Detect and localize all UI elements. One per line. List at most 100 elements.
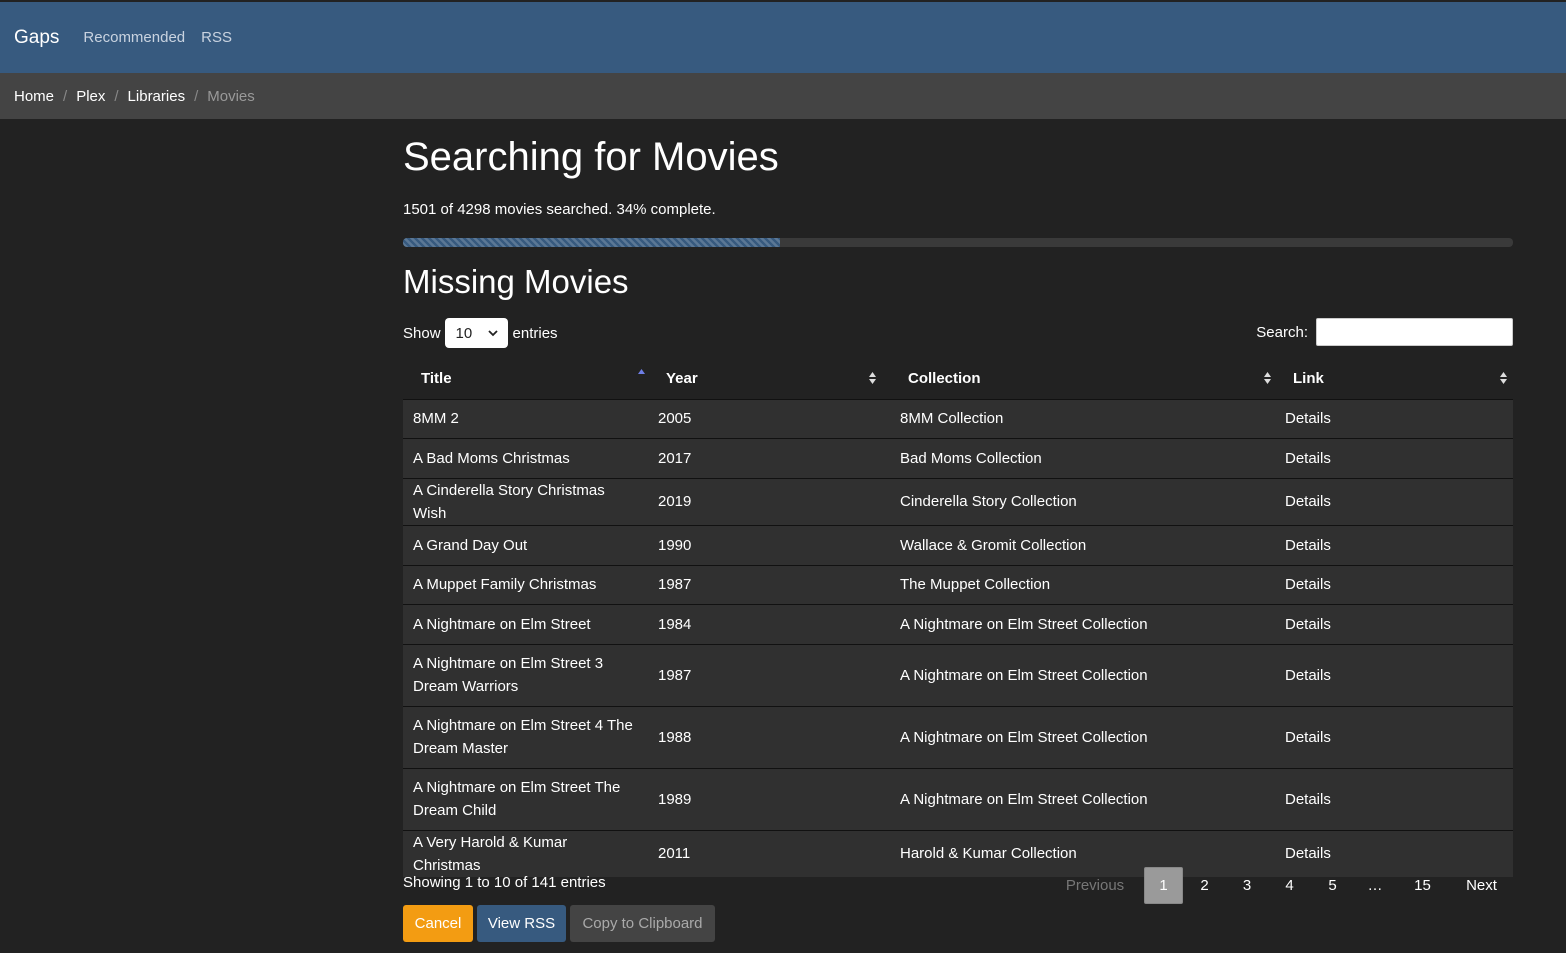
sort-ascending-icon — [638, 369, 645, 374]
progress-bar-fill — [403, 238, 781, 247]
cell-year: 1987 — [648, 643, 890, 706]
cell-title: A Very Harold & Kumar Christmas — [403, 829, 648, 877]
table-search: Search: — [1256, 318, 1513, 346]
entries-per-page-select[interactable]: 10 — [444, 318, 508, 348]
cell-year: 1990 — [648, 524, 890, 565]
cell-collection: A Nightmare on Elm Street Collection — [890, 643, 1275, 706]
cell-collection: Wallace & Gromit Collection — [890, 524, 1275, 565]
sort-both-icon — [869, 372, 876, 384]
details-link[interactable]: Details — [1275, 767, 1513, 830]
column-header-year[interactable]: Year — [648, 358, 890, 400]
details-link[interactable]: Details — [1275, 437, 1513, 478]
show-label: Show — [403, 324, 441, 342]
pagination-page-15[interactable]: 15 — [1396, 867, 1449, 904]
column-title-label: Title — [421, 369, 452, 387]
details-link[interactable]: Details — [1275, 564, 1513, 604]
pagination-page-5[interactable]: 5 — [1311, 867, 1354, 904]
details-link[interactable]: Details — [1275, 398, 1513, 438]
table-row: A Nightmare on Elm Street 1984 A Nightma… — [403, 603, 1513, 644]
table-row: A Nightmare on Elm Street 4 The Dream Ma… — [403, 705, 1513, 768]
cell-year: 1987 — [648, 564, 890, 604]
progress-status: 1501 of 4298 movies searched. 34% comple… — [403, 201, 716, 218]
breadcrumb-movies: Movies — [207, 87, 255, 105]
pagination-page-3[interactable]: 3 — [1226, 867, 1268, 904]
cell-collection: Bad Moms Collection — [890, 437, 1275, 478]
chevron-down-icon — [487, 330, 498, 337]
table-row: A Bad Moms Christmas 2017 Bad Moms Colle… — [403, 437, 1513, 478]
search-input[interactable] — [1316, 318, 1513, 346]
cell-title: A Bad Moms Christmas — [403, 437, 648, 478]
missing-movies-heading: Missing Movies — [403, 263, 629, 300]
column-header-title[interactable]: Title — [403, 358, 648, 400]
column-collection-label: Collection — [908, 369, 981, 387]
view-rss-button[interactable]: View RSS — [477, 905, 566, 942]
pagination-next[interactable]: Next — [1449, 867, 1514, 904]
table-header-row: Title Year Collection Link — [403, 358, 1513, 400]
nav-rss-link[interactable]: RSS — [201, 29, 232, 46]
breadcrumb-separator: / — [194, 87, 199, 105]
table-row: A Cinderella Story Christmas Wish 2019 C… — [403, 477, 1513, 525]
table-row: A Nightmare on Elm Street The Dream Chil… — [403, 767, 1513, 830]
cell-title: 8MM 2 — [403, 398, 648, 438]
cell-year: 1989 — [648, 767, 890, 830]
brand-link[interactable]: Gaps — [14, 27, 59, 49]
cell-year: 2017 — [648, 437, 890, 478]
breadcrumb-separator: / — [63, 87, 68, 105]
cancel-button[interactable]: Cancel — [403, 905, 473, 942]
breadcrumb: Home / Plex / Libraries / Movies — [0, 73, 1566, 119]
cell-collection: A Nightmare on Elm Street Collection — [890, 705, 1275, 768]
cell-collection: Cinderella Story Collection — [890, 477, 1275, 525]
entries-label: entries — [512, 324, 558, 342]
pagination-ellipsis: … — [1367, 877, 1383, 894]
table-row: A Grand Day Out 1990 Wallace & Gromit Co… — [403, 524, 1513, 565]
cell-title: A Nightmare on Elm Street 4 The Dream Ma… — [403, 705, 648, 768]
cell-year: 2005 — [648, 398, 890, 438]
pagination-page-4[interactable]: 4 — [1268, 867, 1311, 904]
cell-collection: The Muppet Collection — [890, 564, 1275, 604]
entries-select-value: 10 — [455, 324, 473, 342]
breadcrumb-separator: / — [114, 87, 119, 105]
sort-both-icon — [1500, 372, 1507, 384]
cell-title: A Nightmare on Elm Street — [403, 603, 648, 644]
entries-length-control: Show 10 entries — [403, 318, 558, 348]
page-title: Searching for Movies — [403, 135, 779, 179]
search-label: Search: — [1256, 323, 1308, 341]
cell-title: A Muppet Family Christmas — [403, 564, 648, 604]
cell-title: A Nightmare on Elm Street The Dream Chil… — [403, 767, 648, 830]
cell-collection: A Nightmare on Elm Street Collection — [890, 767, 1275, 830]
pagination: Previous 1 2 3 4 5 … 15 Next — [1055, 867, 1514, 904]
cell-year: 2011 — [648, 829, 890, 877]
cell-year: 1984 — [648, 603, 890, 644]
details-link[interactable]: Details — [1275, 524, 1513, 565]
breadcrumb-libraries[interactable]: Libraries — [128, 88, 186, 105]
details-link[interactable]: Details — [1275, 477, 1513, 525]
cell-title: A Nightmare on Elm Street 3 Dream Warrio… — [403, 643, 648, 706]
table-row: A Muppet Family Christmas 1987 The Muppe… — [403, 564, 1513, 604]
nav-recommended-link[interactable]: Recommended — [83, 29, 185, 46]
cell-collection: 8MM Collection — [890, 398, 1275, 438]
pagination-page-1[interactable]: 1 — [1144, 867, 1183, 904]
details-link[interactable]: Details — [1275, 603, 1513, 644]
column-header-collection[interactable]: Collection — [890, 358, 1275, 400]
missing-movies-table: Title Year Collection Link 8MM 2 2005 8M… — [403, 358, 1513, 877]
column-header-link[interactable]: Link — [1275, 358, 1513, 400]
pagination-page-2[interactable]: 2 — [1183, 867, 1226, 904]
pagination-previous[interactable]: Previous — [1055, 867, 1135, 904]
table-row: 8MM 2 2005 8MM Collection Details — [403, 398, 1513, 438]
cell-collection: A Nightmare on Elm Street Collection — [890, 603, 1275, 644]
cell-title: A Cinderella Story Christmas Wish — [403, 477, 648, 525]
column-link-label: Link — [1293, 369, 1324, 387]
breadcrumb-plex[interactable]: Plex — [76, 88, 105, 105]
top-navbar: Gaps Recommended RSS — [0, 2, 1566, 73]
cell-year: 2019 — [648, 477, 890, 525]
details-link[interactable]: Details — [1275, 643, 1513, 706]
table-info: Showing 1 to 10 of 141 entries — [403, 874, 606, 891]
column-year-label: Year — [666, 369, 698, 387]
details-link[interactable]: Details — [1275, 705, 1513, 768]
copy-to-clipboard-button[interactable]: Copy to Clipboard — [570, 905, 715, 942]
cell-year: 1988 — [648, 705, 890, 768]
cell-title: A Grand Day Out — [403, 524, 648, 565]
sort-both-icon — [1264, 372, 1271, 384]
breadcrumb-home[interactable]: Home — [14, 88, 54, 105]
action-buttons: Cancel View RSS Copy to Clipboard — [403, 905, 719, 942]
